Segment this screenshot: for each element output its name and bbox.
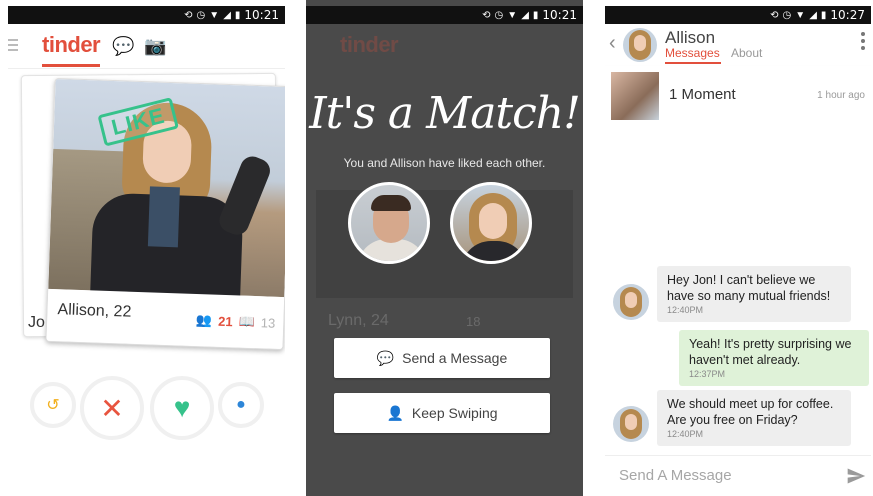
keep-swiping-button[interactable]: 👤 Keep Swiping: [334, 393, 550, 433]
like-icon[interactable]: ♥: [150, 376, 214, 440]
profile-photo: LIKE: [48, 78, 285, 308]
moment-thumbnail: [611, 72, 659, 120]
send-message-button[interactable]: 💬 Send a Message: [334, 338, 550, 378]
profile-name: Allison, 22: [57, 301, 132, 321]
keep-swiping-label: Keep Swiping: [411, 405, 498, 421]
dislike-icon[interactable]: ✕: [80, 376, 144, 440]
contact-name: Allison: [665, 28, 716, 47]
match-subtitle: You and Allison have liked each other.: [343, 156, 546, 170]
match-title: It's a Match!: [309, 88, 581, 139]
message-received: Hey Jon! I can't believe we have so many…: [657, 266, 851, 322]
person-icon: 👤: [386, 404, 404, 421]
back-arrow-icon[interactable]: ‹: [609, 32, 616, 55]
message-time: 12:40PM: [667, 305, 704, 315]
wifi-icon: ▼: [795, 9, 806, 21]
send-message-label: Send a Message: [402, 350, 508, 366]
message-time: 12:40PM: [667, 429, 704, 439]
sync-icon: ⟲: [770, 9, 779, 21]
action-buttons: ↺ ✕ ♥ ●: [8, 372, 285, 452]
message-text: Yeah! It's pretty surprising we haven't …: [689, 337, 852, 367]
chat-bubbles-icon[interactable]: 💬: [112, 36, 134, 57]
menu-icon[interactable]: [8, 36, 18, 54]
match-avatar: [450, 182, 532, 264]
status-time: 10:21: [244, 8, 279, 22]
status-bar: ⟲ ◷ ▼ ◢ ▮ 10:21: [306, 6, 583, 24]
moment-label: 1 Moment: [669, 86, 736, 103]
message-text: We should meet up for coffee. Are you fr…: [667, 397, 834, 427]
sync-icon: ⟲: [184, 9, 193, 21]
status-bar: ⟲ ◷ ▼ ◢ ▮ 10:27: [605, 6, 871, 24]
message-time: 12:37PM: [689, 369, 726, 379]
boost-location-icon[interactable]: ●: [218, 382, 264, 428]
mutual-interests-count: 13: [260, 314, 276, 331]
wifi-icon: ▼: [507, 9, 518, 21]
more-options-icon[interactable]: [861, 32, 865, 53]
phone-chat-screen: ⟲ ◷ ▼ ◢ ▮ 10:27 ‹ Allison Messages About…: [605, 0, 871, 496]
top-nav: tinder 💬 📷: [8, 24, 285, 69]
alarm-icon: ◷: [782, 9, 792, 21]
dimmed-nav: tinder: [306, 24, 583, 68]
camera-icon[interactable]: 📷: [144, 36, 166, 57]
message-text: Hey Jon! I can't believe we have so many…: [667, 273, 831, 303]
signal-icon: ◢: [223, 9, 231, 21]
chat-bubbles-icon: 💬: [376, 349, 395, 366]
active-tab-indicator: [42, 64, 100, 67]
card-stats: 👥 21 📖 13: [196, 312, 276, 331]
status-time: 10:21: [542, 8, 577, 22]
mutual-friends-count: 21: [217, 313, 233, 329]
alarm-icon: ◷: [196, 9, 206, 21]
profile-card[interactable]: LIKE Allison, 22 👥 21 📖 13: [45, 77, 285, 351]
tab-about[interactable]: About: [731, 46, 762, 60]
sync-icon: ⟲: [482, 9, 491, 21]
back-card-name: Jo: [28, 314, 45, 331]
tab-messages[interactable]: Messages: [665, 46, 720, 60]
message-received: We should meet up for coffee. Are you fr…: [657, 390, 851, 446]
message-input[interactable]: [617, 466, 821, 485]
battery-icon: ▮: [532, 9, 539, 21]
sender-avatar: [613, 284, 649, 320]
status-time: 10:27: [830, 8, 865, 22]
contact-avatar[interactable]: [623, 28, 657, 62]
card-info: Allison, 22 👥 21 📖 13: [46, 288, 285, 350]
mutual-interests-icon: 📖: [238, 313, 256, 330]
dimmed-card-stats: 18: [466, 314, 481, 329]
tinder-logo: tinder: [340, 32, 399, 57]
undo-icon[interactable]: ↺: [30, 382, 76, 428]
moment-time: 1 hour ago: [817, 90, 865, 101]
moment-row[interactable]: 1 Moment 1 hour ago: [605, 66, 871, 125]
compose-bar: [605, 455, 871, 496]
tinder-logo: tinder: [42, 32, 101, 57]
message-sent: Yeah! It's pretty surprising we haven't …: [679, 330, 869, 386]
send-icon[interactable]: [845, 466, 867, 486]
signal-icon: ◢: [809, 9, 817, 21]
active-tab-indicator: [665, 62, 721, 64]
dimmed-card-name: Lynn, 24: [328, 312, 389, 329]
status-bar: ⟲ ◷ ▼ ◢ ▮ 10:21: [8, 6, 285, 24]
chat-header: ‹ Allison Messages About: [605, 24, 871, 66]
chat-thread: Hey Jon! I can't believe we have so many…: [605, 124, 871, 456]
my-avatar: [348, 182, 430, 264]
battery-icon: ▮: [234, 9, 241, 21]
alarm-icon: ◷: [494, 9, 504, 21]
mutual-friends-icon: 👥: [195, 312, 213, 328]
phone-swipe-screen: ⟲ ◷ ▼ ◢ ▮ 10:21 tinder 💬 📷 Jo LIKE Allis…: [8, 0, 285, 496]
sender-avatar: [613, 406, 649, 442]
wifi-icon: ▼: [209, 9, 220, 21]
battery-icon: ▮: [820, 9, 827, 21]
signal-icon: ◢: [521, 9, 529, 21]
phone-match-screen: ⟲ ◷ ▼ ◢ ▮ 10:21 tinder It's a Match! You…: [306, 0, 583, 496]
